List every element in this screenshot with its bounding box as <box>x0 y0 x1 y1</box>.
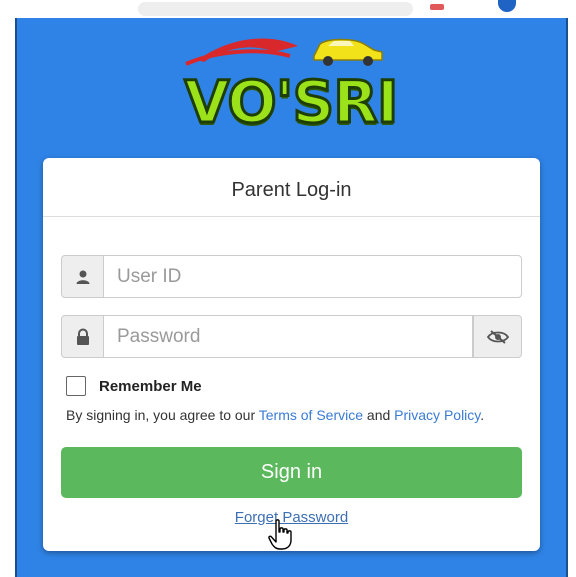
password-group <box>61 315 522 358</box>
remember-me-label[interactable]: Remember Me <box>99 378 202 395</box>
terms-and: and <box>363 407 395 423</box>
hand-pointer-cursor-icon <box>268 519 292 550</box>
logo: VO'SRI <box>178 28 404 144</box>
user-icon <box>61 255 104 298</box>
sign-in-button[interactable]: Sign in <box>61 447 522 498</box>
user-id-input[interactable] <box>104 255 522 298</box>
privacy-policy-link[interactable]: Privacy Policy <box>394 407 480 423</box>
terms-prefix: By signing in, you agree to our <box>66 407 259 423</box>
terms-of-service-link[interactable]: Terms of Service <box>259 407 363 423</box>
lock-icon <box>61 315 104 358</box>
remember-me: Remember Me <box>66 374 202 398</box>
profile-icon[interactable] <box>498 0 516 12</box>
login-card: Parent Log-in Remember Me <box>43 158 540 551</box>
show-password-toggle[interactable] <box>473 315 522 358</box>
user-id-group <box>61 255 522 298</box>
card-title: Parent Log-in <box>43 158 540 217</box>
terms-suffix: . <box>480 407 485 423</box>
terms-text: By signing in, you agree to our Terms of… <box>66 407 484 423</box>
browser-icon <box>430 4 444 10</box>
logo-text: VO'SRI <box>183 67 400 138</box>
eye-slash-icon <box>486 329 509 344</box>
address-bar[interactable] <box>138 2 413 16</box>
remember-me-checkbox[interactable] <box>66 376 86 396</box>
password-input[interactable] <box>104 315 473 358</box>
